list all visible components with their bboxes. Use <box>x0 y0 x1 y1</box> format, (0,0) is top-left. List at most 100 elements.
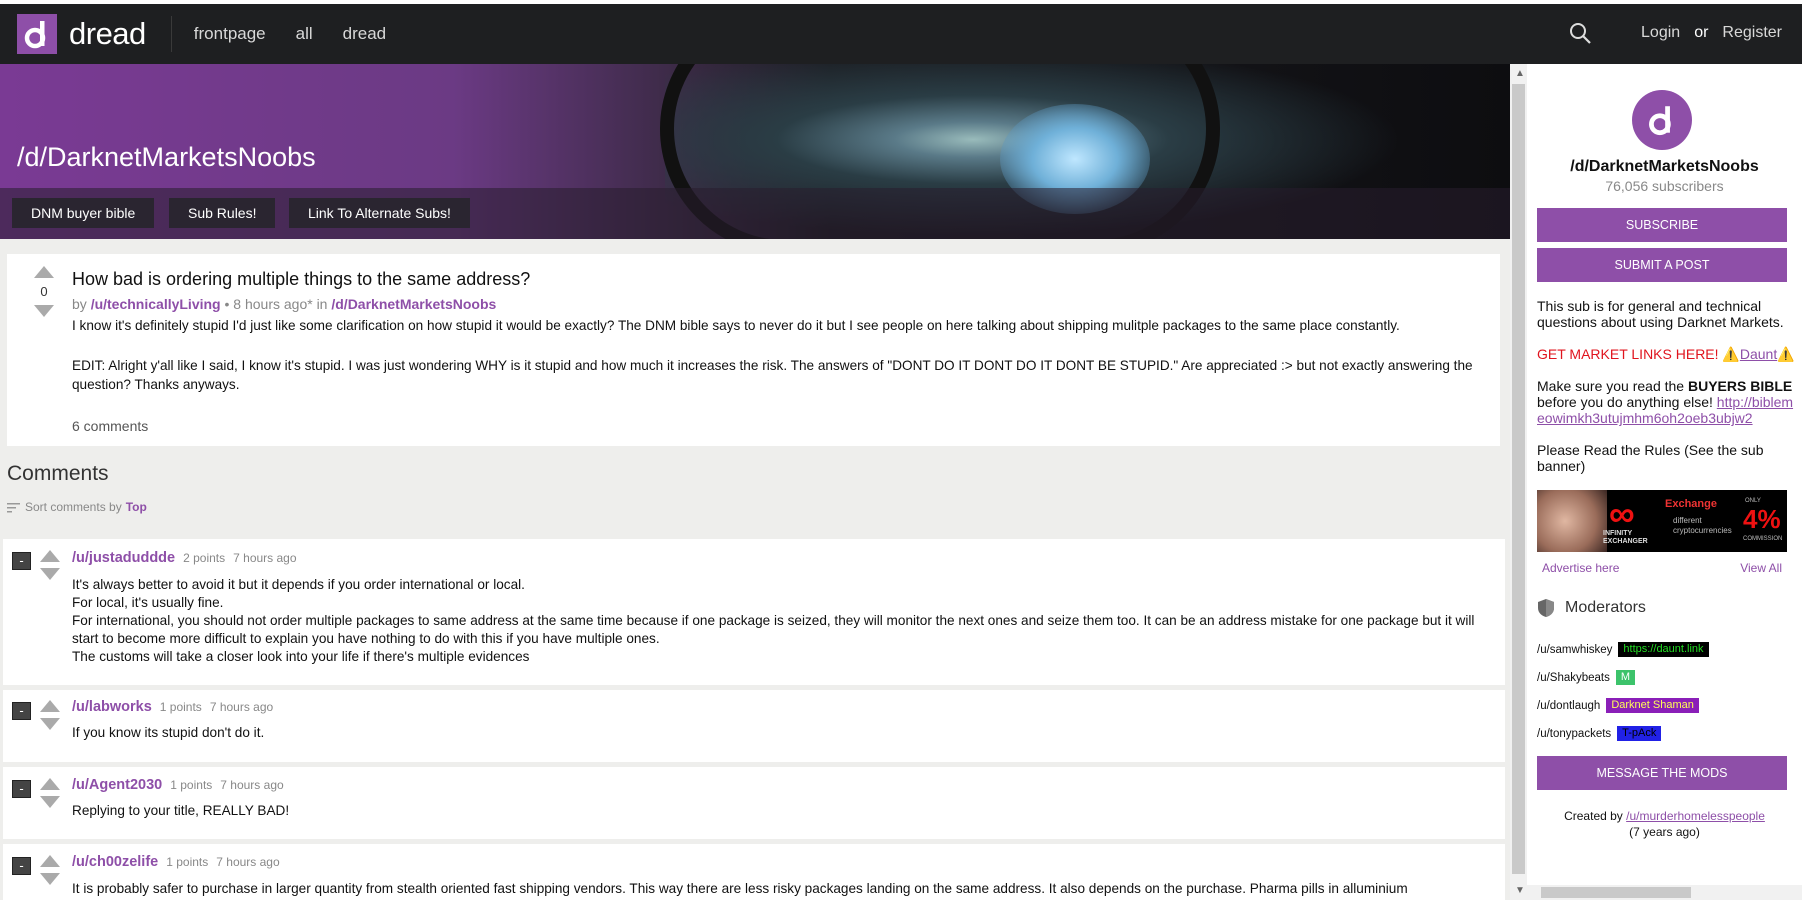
post-time: • 8 hours ago* in <box>220 296 332 312</box>
submit-post-button[interactable]: SUBMIT A POST <box>1537 248 1787 282</box>
created-ago: (7 years ago) <box>1629 825 1700 839</box>
bible-post: before you do anything else! <box>1537 394 1717 410</box>
ad-commission: COMMISSION <box>1743 536 1783 542</box>
search-icon[interactable] <box>1569 22 1591 44</box>
register-link[interactable]: Register <box>1722 24 1782 42</box>
comment-line: Replying to your title, REALLY BAD! <box>72 803 290 818</box>
comment-vote <box>40 855 60 891</box>
scroll-down-arrow-icon[interactable]: ▼ <box>1515 885 1525 896</box>
sub-description: This sub is for general and technical qu… <box>1537 298 1784 330</box>
comment: - /u/ch00zelife 1 points 7 hours ago It is… <box>3 844 1505 900</box>
upvote-arrow-icon[interactable] <box>40 778 60 790</box>
comment-points: 1 points <box>170 778 213 792</box>
rules-note: Please Read the Rules (See the sub banne… <box>1537 442 1764 474</box>
mod-name[interactable]: /u/Shakybeats <box>1537 672 1610 684</box>
mod-name[interactable]: /u/tonypackets <box>1537 728 1611 740</box>
comment-author[interactable]: /u/justaduddde <box>72 550 175 566</box>
subscribe-button[interactable]: SUBSCRIBE <box>1537 208 1787 242</box>
created-by-label: Created by <box>1564 809 1627 823</box>
mod-name[interactable]: /u/samwhiskey <box>1537 644 1612 656</box>
login-link[interactable]: Login <box>1641 24 1680 42</box>
sub-title[interactable]: /d/DarknetMarketsNoobs <box>17 142 316 173</box>
comment-points: 1 points <box>166 855 209 869</box>
downvote-arrow-icon[interactable] <box>40 568 60 580</box>
comment-author[interactable]: /u/Agent2030 <box>72 777 162 793</box>
comment-header: /u/Agent2030 1 points 7 hours ago <box>72 777 284 793</box>
post-author[interactable]: /u/technicallyLiving <box>91 296 221 312</box>
dnm-bible-button[interactable]: DNM buyer bible <box>12 198 155 228</box>
ad-banner[interactable]: ∞ Exchange different cryptocurrencies ON… <box>1537 490 1787 552</box>
comment-header: /u/labworks 1 points 7 hours ago <box>72 699 273 715</box>
post-sub-link[interactable]: /d/DarknetMarketsNoobs <box>331 296 496 312</box>
sort-value[interactable]: Top <box>126 500 147 514</box>
collapse-button[interactable]: - <box>12 552 31 570</box>
downvote-arrow-icon[interactable] <box>40 796 60 808</box>
scroll-up-arrow-icon[interactable]: ▲ <box>1515 68 1525 79</box>
main-scrollbar[interactable]: ▲ ▼ <box>1510 64 1527 900</box>
collapse-button[interactable]: - <box>12 702 31 720</box>
ad-percent: 4% <box>1743 504 1781 534</box>
moderator-row: /u/tonypackets T-pAck <box>1537 726 1662 741</box>
scrollbar-thumb[interactable] <box>1541 887 1691 898</box>
upvote-arrow-icon[interactable] <box>34 266 54 278</box>
collapse-button[interactable]: - <box>12 857 31 875</box>
message-mods-button[interactable]: MESSAGE THE MODS <box>1537 756 1787 790</box>
mod-name[interactable]: /u/dontlaugh <box>1537 700 1600 712</box>
post-card: 0 How bad is ordering multiple things to… <box>7 254 1500 446</box>
comment-line: For international, you should not order … <box>72 613 1475 646</box>
ad-brand: INFINITY EXCHANGER <box>1603 530 1648 545</box>
post-body: I know it's definitely stupid I'd just l… <box>72 316 1492 415</box>
nav-all[interactable]: all <box>296 24 313 44</box>
ad-desc: different cryptocurrencies <box>1673 516 1732 535</box>
alternate-subs-button[interactable]: Link To Alternate Subs! <box>289 198 470 228</box>
comment-body: If you know its stupid don't do it. <box>72 724 1492 742</box>
comments-count-link[interactable]: 6 comments <box>72 418 148 434</box>
dread-logo-icon[interactable] <box>17 14 57 54</box>
bible-note: Make sure you read the BUYERS BIBLE befo… <box>1537 378 1799 426</box>
comment-time: 7 hours ago <box>220 778 284 792</box>
downvote-arrow-icon[interactable] <box>34 305 54 317</box>
comment-line: The customs will take a closer look into… <box>72 649 530 664</box>
bible-pre: Make sure you read the <box>1537 378 1688 394</box>
daunt-link[interactable]: Daunt <box>1740 346 1777 362</box>
moderator-row: /u/dontlaugh Darknet Shaman <box>1537 698 1699 713</box>
advertise-link[interactable]: Advertise here <box>1542 561 1619 575</box>
comment-line: If you know its stupid don't do it. <box>72 725 265 740</box>
mod-flair: https://daunt.link <box>1618 642 1709 657</box>
comment-line: It's always better to avoid it but it de… <box>72 577 525 592</box>
comments-heading: Comments <box>7 462 109 485</box>
upvote-arrow-icon[interactable] <box>40 855 60 867</box>
subscriber-count: 76,056 subscribers <box>1605 178 1724 194</box>
nav-frontpage[interactable]: frontpage <box>194 24 266 44</box>
scrollbar-thumb[interactable] <box>1512 84 1525 874</box>
sub-banner: /d/DarknetMarketsNoobs DNM buyer bible S… <box>0 64 1510 239</box>
sub-avatar-icon <box>1632 90 1692 150</box>
site-name[interactable]: dread <box>69 16 146 52</box>
upvote-arrow-icon[interactable] <box>40 700 60 712</box>
main-content: /d/DarknetMarketsNoobs DNM buyer bible S… <box>0 64 1510 900</box>
sort-comments[interactable]: Sort comments by Top <box>7 500 147 514</box>
sidebar-horizontal-scrollbar[interactable] <box>1527 885 1802 900</box>
comment-time: 7 hours ago <box>233 551 297 565</box>
upvote-arrow-icon[interactable] <box>40 550 60 562</box>
sub-rules-button[interactable]: Sub Rules! <box>169 198 276 228</box>
warning-icon: ⚠️ <box>1777 346 1795 362</box>
nav-dread[interactable]: dread <box>343 24 386 44</box>
view-all-link[interactable]: View All <box>1740 561 1782 575</box>
collapse-button[interactable]: - <box>12 780 31 798</box>
comment-vote <box>40 778 60 814</box>
ad-exchange: Exchange <box>1665 498 1717 510</box>
comment: - /u/Agent2030 1 points 7 hours ago Replyi… <box>3 767 1505 839</box>
comment-author[interactable]: /u/labworks <box>72 699 152 715</box>
post-title[interactable]: How bad is ordering multiple things to t… <box>72 269 530 290</box>
creator-link[interactable]: /u/murderhomelesspeople <box>1626 809 1765 823</box>
sidebar: /d/DarknetMarketsNoobs 76,056 subscriber… <box>1527 64 1802 900</box>
downvote-arrow-icon[interactable] <box>40 718 60 730</box>
comment-points: 2 points <box>183 551 226 565</box>
downvote-arrow-icon[interactable] <box>40 873 60 885</box>
created-by: Created by /u/murderhomelesspeople (7 ye… <box>1527 808 1802 840</box>
comment-time: 7 hours ago <box>216 855 280 869</box>
comment-body: It's always better to avoid it but it de… <box>72 576 1492 666</box>
market-links-text: GET MARKET LINKS HERE! ⚠️ <box>1537 346 1740 362</box>
comment-author[interactable]: /u/ch00zelife <box>72 854 158 870</box>
